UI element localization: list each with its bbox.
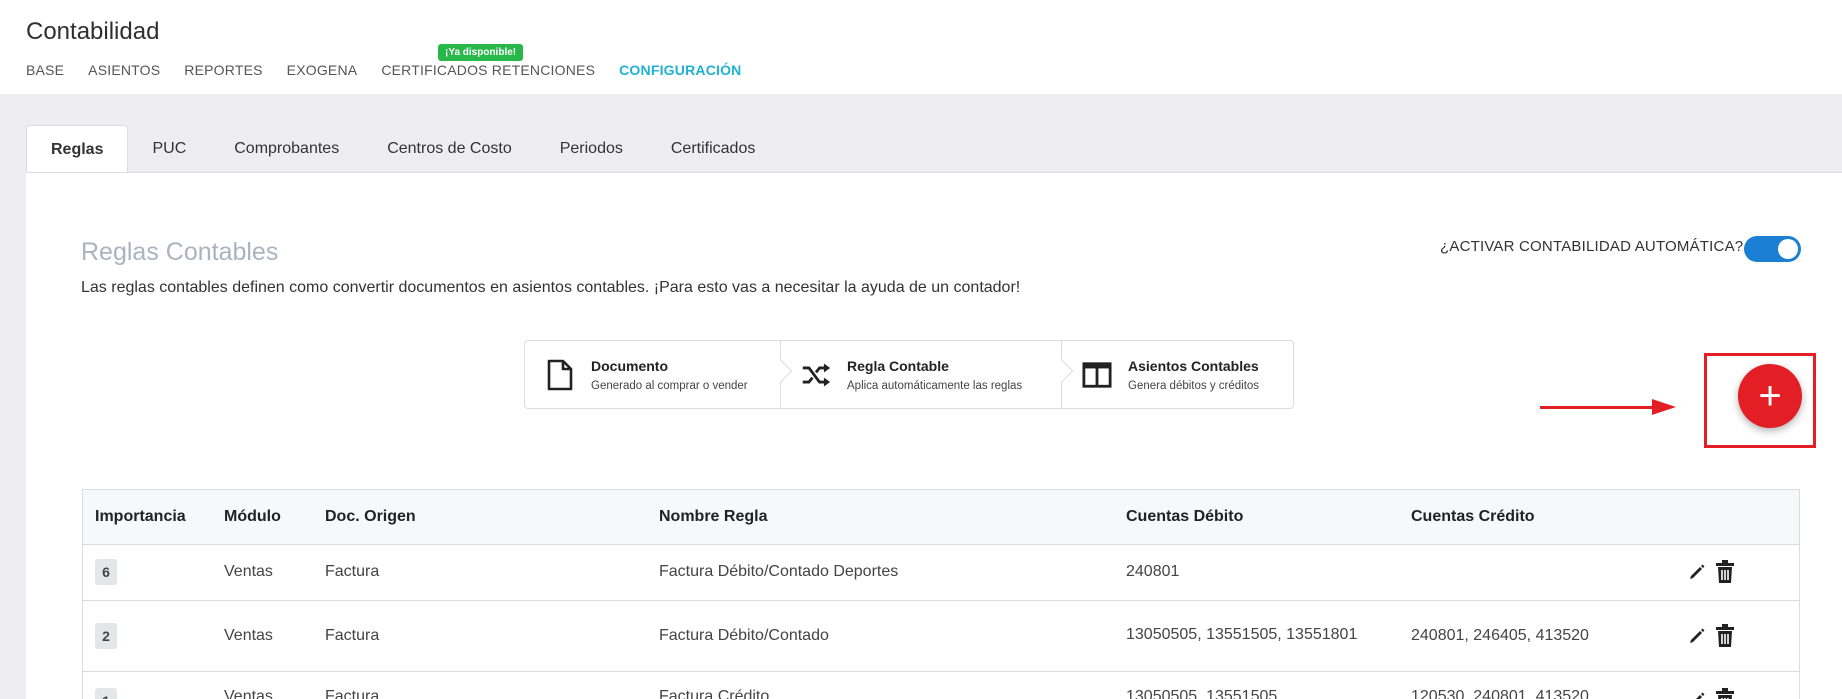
section-description: Las reglas contables definen como conver… bbox=[81, 279, 1021, 296]
cell-modulo: Ventas bbox=[212, 543, 313, 600]
importance-badge: 1 bbox=[95, 687, 117, 699]
cell-modulo: Ventas bbox=[212, 599, 313, 671]
tab-comprobantes[interactable]: Comprobantes bbox=[210, 125, 363, 173]
add-rule-button[interactable]: + bbox=[1738, 364, 1802, 428]
col-header-importancia[interactable]: Importancia bbox=[83, 490, 212, 544]
annotation-arrow-line bbox=[1540, 406, 1658, 409]
cell-importancia: 2 bbox=[83, 599, 212, 671]
cell-importancia: 1 bbox=[83, 670, 212, 699]
col-header-doc-origen[interactable]: Doc. Origen bbox=[313, 490, 647, 544]
auto-accounting-toggle[interactable] bbox=[1744, 236, 1801, 262]
table-row[interactable]: 2 Ventas Factura Factura Débito/Contado … bbox=[83, 599, 1799, 671]
tab-periodos[interactable]: Periodos bbox=[536, 125, 647, 173]
tab-reglas[interactable]: Reglas bbox=[26, 125, 129, 174]
cell-cuentas-debito: 240801 bbox=[1114, 543, 1399, 600]
settings-tabs: Reglas PUC Comprobantes Centros de Costo… bbox=[26, 125, 779, 174]
cell-cuentas-credito: 120530, 240801, 413520 bbox=[1399, 670, 1676, 699]
app-title: Contabilidad bbox=[26, 18, 160, 45]
plus-icon: + bbox=[1758, 374, 1782, 418]
nav-item-base[interactable]: BASE bbox=[26, 62, 64, 78]
edit-icon[interactable] bbox=[1688, 627, 1706, 645]
importance-badge: 2 bbox=[95, 622, 117, 649]
nav-item-exogena[interactable]: EXOGENA bbox=[287, 62, 358, 78]
cell-nombre-regla: Factura Crédito bbox=[647, 670, 1114, 699]
importance-badge: 6 bbox=[95, 559, 117, 585]
cell-modulo: Ventas bbox=[212, 670, 313, 699]
auto-accounting-label: ¿ACTIVAR CONTABILIDAD AUTOMÁTICA? bbox=[1440, 238, 1744, 255]
nav-item-reportes[interactable]: REPORTES bbox=[184, 62, 262, 78]
new-badge: ¡Ya disponible! bbox=[438, 44, 524, 61]
flow-step-title: Regla Contable bbox=[847, 357, 949, 374]
shuffle-icon bbox=[801, 358, 831, 392]
tab-certificados[interactable]: Certificados bbox=[647, 125, 779, 173]
col-header-cuentas-debito[interactable]: Cuentas Débito bbox=[1114, 490, 1399, 544]
table-header-row: Importancia Módulo Doc. Origen Nombre Re… bbox=[83, 490, 1799, 544]
tab-puc[interactable]: PUC bbox=[128, 125, 210, 173]
app-header: Contabilidad BASE ASIENTOS REPORTES EXOG… bbox=[0, 0, 1842, 94]
rules-table: Importancia Módulo Doc. Origen Nombre Re… bbox=[82, 489, 1800, 699]
annotation-arrow-head bbox=[1652, 399, 1676, 415]
accounting-flow: Documento Generado al comprar o vender R… bbox=[524, 340, 1294, 409]
cell-doc-origen: Factura bbox=[313, 670, 647, 699]
cell-cuentas-debito: 13050505, 13551505, bbox=[1114, 670, 1399, 699]
flow-step-documento: Documento Generado al comprar o vender bbox=[525, 341, 793, 408]
flow-step-subtitle: Aplica automáticamente las reglas bbox=[847, 379, 1023, 392]
flow-step-title: Asientos Contables bbox=[1128, 357, 1259, 374]
table-row[interactable]: 1 Ventas Factura Factura Crédito 1305050… bbox=[83, 670, 1799, 699]
edit-icon[interactable] bbox=[1688, 563, 1706, 581]
col-header-cuentas-credito[interactable]: Cuentas Crédito bbox=[1399, 490, 1676, 544]
tab-centros-de-costo[interactable]: Centros de Costo bbox=[363, 125, 536, 173]
trash-icon[interactable] bbox=[1714, 623, 1736, 648]
cell-nombre-regla: Factura Débito/Contado Deportes bbox=[647, 543, 1114, 600]
cell-cuentas-debito: 13050505, 13551505, 13551801 bbox=[1114, 599, 1399, 671]
trash-icon[interactable] bbox=[1714, 560, 1736, 584]
table-row[interactable]: 6 Ventas Factura Factura Débito/Contado … bbox=[83, 543, 1799, 600]
nav-item-certificados-retenciones[interactable]: CERTIFICADOS RETENCIONES bbox=[381, 62, 595, 78]
cell-cuentas-credito: 240801, 246405, 413520 bbox=[1399, 599, 1676, 671]
cell-cuentas-credito bbox=[1399, 543, 1676, 600]
document-icon bbox=[545, 358, 575, 392]
flow-step-regla: Regla Contable Aplica automáticamente la… bbox=[780, 341, 1074, 408]
top-nav: BASE ASIENTOS REPORTES EXOGENA CERTIFICA… bbox=[26, 62, 766, 78]
trash-icon[interactable] bbox=[1714, 687, 1736, 699]
col-header-modulo[interactable]: Módulo bbox=[212, 490, 313, 544]
cell-nombre-regla: Factura Débito/Contado bbox=[647, 599, 1114, 671]
col-header-actions bbox=[1676, 490, 1799, 544]
toggle-knob bbox=[1778, 239, 1798, 259]
edit-icon[interactable] bbox=[1688, 691, 1706, 699]
col-header-nombre-regla[interactable]: Nombre Regla bbox=[647, 490, 1114, 544]
cell-actions bbox=[1676, 670, 1799, 699]
columns-icon bbox=[1082, 358, 1112, 392]
cell-actions bbox=[1676, 599, 1799, 671]
cell-doc-origen: Factura bbox=[313, 599, 647, 671]
cell-doc-origen: Factura bbox=[313, 543, 647, 600]
section-title: Reglas Contables bbox=[81, 238, 279, 266]
flow-step-asientos: Asientos Contables Genera débitos y créd… bbox=[1061, 341, 1293, 408]
flow-step-subtitle: Generado al comprar o vender bbox=[591, 379, 748, 392]
nav-item-configuracion[interactable]: CONFIGURACIÓN bbox=[619, 62, 741, 78]
flow-step-subtitle: Genera débitos y créditos bbox=[1128, 379, 1260, 392]
flow-step-title: Documento bbox=[591, 357, 668, 374]
cell-importancia: 6 bbox=[83, 543, 212, 600]
cell-actions bbox=[1676, 543, 1799, 600]
nav-item-asientos[interactable]: ASIENTOS bbox=[88, 62, 160, 78]
